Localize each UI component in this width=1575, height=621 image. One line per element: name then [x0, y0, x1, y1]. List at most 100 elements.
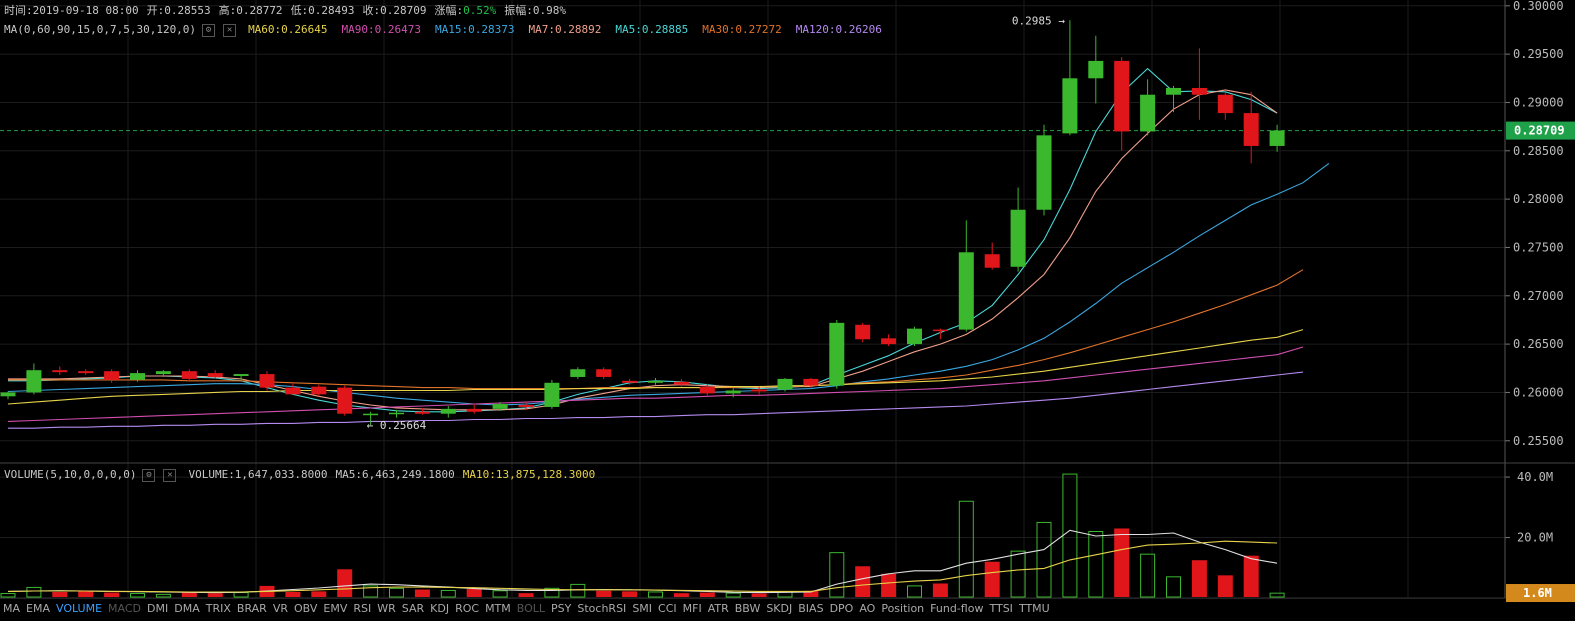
- volume-legend: VOLUME(5,10,0,0,0,0) ⚙ ✕ VOLUME:1,647,033.8…: [4, 468, 603, 482]
- indicator-tab-skdj[interactable]: SKDJ: [763, 599, 795, 619]
- volume-params: VOLUME(5,10,0,0,0,0): [4, 468, 137, 481]
- indicator-tab-dmi[interactable]: DMI: [144, 599, 171, 619]
- candle-body: [337, 387, 353, 414]
- volume-tick-label: 20.0M: [1517, 531, 1553, 545]
- indicator-tab-dpo[interactable]: DPO: [827, 599, 857, 619]
- settings-icon[interactable]: ⚙: [142, 468, 156, 482]
- indicator-tab-ttmu[interactable]: TTMU: [1016, 599, 1053, 619]
- indicator-tab-brar[interactable]: BRAR: [234, 599, 270, 619]
- indicator-tab-rsi[interactable]: RSI: [350, 599, 374, 619]
- candle-body: [311, 386, 327, 395]
- indicator-tab-vr[interactable]: VR: [270, 599, 291, 619]
- indicator-tab-dma[interactable]: DMA: [171, 599, 203, 619]
- indicator-tab-sar[interactable]: SAR: [399, 599, 427, 619]
- ma-line-ma30: [8, 269, 1304, 390]
- candle-body: [1010, 209, 1026, 267]
- volume-bar: [751, 593, 767, 597]
- indicator-tab-volume[interactable]: VOLUME: [53, 599, 105, 619]
- candle-body: [233, 374, 249, 377]
- current-volume-label: 1.6M: [1523, 586, 1552, 600]
- volume-bar: [414, 589, 430, 597]
- ma-legend-item: MA120:0.26206: [795, 23, 882, 36]
- candle-body: [699, 386, 715, 394]
- indicator-tab-bbw[interactable]: BBW: [732, 599, 764, 619]
- chart-canvas[interactable]: 0.30000 0.29500 0.29000 0.28500 0.28000 0.275…: [0, 0, 1575, 621]
- volume-bar: [233, 592, 249, 598]
- candle-body: [648, 380, 663, 383]
- indicator-tab-boll[interactable]: BOLL: [514, 599, 548, 619]
- price-tick-label: 0.28000: [1513, 192, 1564, 206]
- indicator-tab-roc[interactable]: ROC: [452, 599, 482, 619]
- indicator-tab-fund-flow[interactable]: Fund-flow: [927, 599, 986, 619]
- indicator-toolbar: MA EMA VOLUME MACD DMI DMA TRIX BRAR VR OBV EMV RSI…: [0, 598, 1505, 619]
- volume-bar: [648, 591, 663, 598]
- volume-bar: [130, 592, 145, 598]
- indicator-tab-atr[interactable]: ATR: [705, 599, 732, 619]
- volume-bar: [984, 561, 1000, 597]
- high-label: 高:0.28772: [218, 4, 283, 17]
- indicator-tab-ttsi[interactable]: TTSI: [986, 599, 1015, 619]
- indicator-tab-psy[interactable]: PSY: [548, 599, 574, 619]
- ma-legend-items: MA60:0.26645 MA90:0.26473 MA15:0.28373 MA7:…: [248, 23, 896, 36]
- volume-bar: [104, 592, 120, 597]
- indicator-tab-position[interactable]: Position: [878, 599, 927, 619]
- indicator-tab-obv[interactable]: OBV: [291, 599, 320, 619]
- candle-body: [1088, 60, 1104, 79]
- volume-ma5: MA5:6,463,249.1800: [335, 468, 455, 481]
- candle-body: [544, 382, 560, 407]
- volume-bar: [52, 591, 68, 597]
- price-tick-label: 0.29500: [1513, 47, 1564, 61]
- indicator-tab-ma[interactable]: MA: [0, 599, 23, 619]
- close-icon[interactable]: ✕: [223, 23, 237, 37]
- close-label: 收:0.28709: [362, 4, 427, 17]
- volume-bar: [958, 500, 974, 598]
- close-icon[interactable]: ✕: [163, 468, 177, 482]
- indicator-tab-ema[interactable]: EMA: [23, 599, 53, 619]
- candle-body: [389, 412, 404, 415]
- ma-legend: MA(0,60,90,15,0,7,5,30,120,0) ⚙ ✕ MA60:0.26…: [4, 23, 904, 37]
- indicator-tab-kdj[interactable]: KDJ: [427, 599, 452, 619]
- price-tick-label: 0.29000: [1513, 95, 1564, 109]
- candle-body: [285, 387, 301, 395]
- indicator-tab-mfi[interactable]: MFI: [680, 599, 705, 619]
- volume-bar: [1243, 555, 1259, 597]
- volume-bar: [440, 589, 456, 598]
- candle-body: [207, 373, 223, 377]
- volume-bar: [1088, 531, 1104, 598]
- candle-body: [466, 408, 482, 412]
- volume-ma-line-ma5: [7, 529, 1278, 594]
- volume-bar: [725, 592, 741, 598]
- candle-body: [1140, 94, 1156, 132]
- indicator-tab-wr[interactable]: WR: [374, 599, 399, 619]
- indicator-tab-ao[interactable]: AO: [856, 599, 878, 619]
- volume-bar: [855, 566, 871, 597]
- candle-body: [984, 254, 1000, 268]
- candle-body: [363, 413, 379, 416]
- ma-line-ma7: [8, 89, 1278, 411]
- indicator-tab-bias[interactable]: BIAS: [795, 599, 826, 619]
- candle-body: [1243, 113, 1259, 146]
- candle-body: [1062, 78, 1078, 134]
- candle-body: [725, 390, 741, 394]
- indicator-tab-cci[interactable]: CCI: [655, 599, 680, 619]
- indicator-tab-stochrsi[interactable]: StochRSI: [574, 599, 629, 619]
- indicator-tab-mtm[interactable]: MTM: [482, 599, 514, 619]
- volume-bar: [492, 590, 508, 598]
- ma-legend-item: MA7:0.28892: [528, 23, 602, 36]
- volume-bar: [1166, 576, 1181, 598]
- min-price-annotation: ← 0.25664: [367, 419, 427, 432]
- indicator-tab-trix[interactable]: TRIX: [203, 599, 234, 619]
- volume-ma-line-ma10: [7, 540, 1278, 593]
- indicator-tab-macd[interactable]: MACD: [105, 599, 144, 619]
- candle-body: [881, 338, 897, 345]
- change-label: 涨幅:0.52%: [434, 4, 497, 17]
- candle-body: [777, 378, 793, 390]
- candle-body: [440, 408, 456, 414]
- indicator-tab-smi[interactable]: SMI: [629, 599, 655, 619]
- settings-icon[interactable]: ⚙: [202, 23, 216, 37]
- price-tick-label: 0.25500: [1513, 434, 1564, 448]
- indicator-tab-emv[interactable]: EMV: [320, 599, 350, 619]
- candle-body: [1217, 94, 1233, 114]
- price-tick-label: 0.26000: [1513, 385, 1564, 399]
- price-tick-label: 0.30000: [1513, 0, 1564, 13]
